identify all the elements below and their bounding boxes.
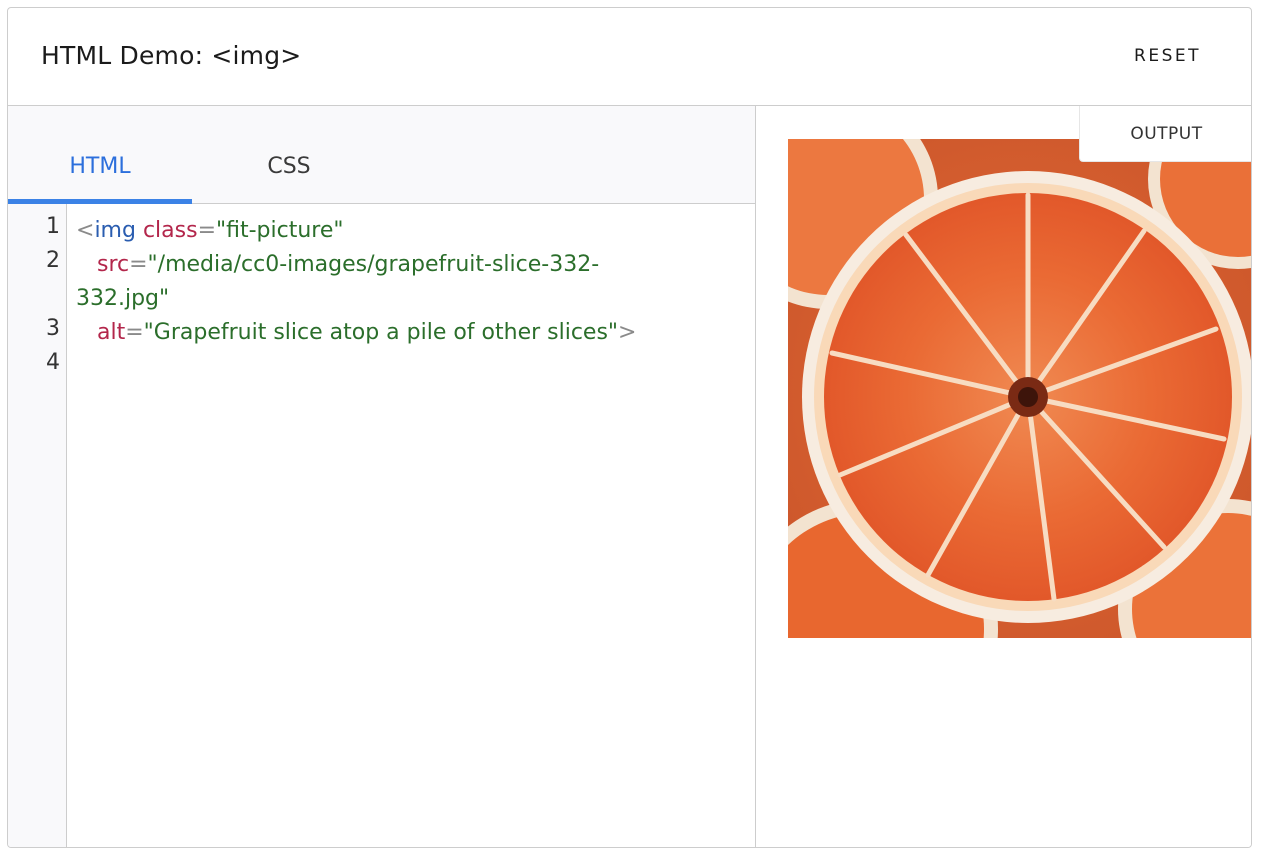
line-number: 2 bbox=[46, 248, 60, 273]
code-token-str: "fit-picture" bbox=[216, 218, 344, 243]
code-token-punct: < bbox=[76, 218, 95, 243]
code-token-attr: alt bbox=[96, 320, 126, 345]
grapefruit-illustration bbox=[788, 139, 1251, 638]
code-token-punct: > bbox=[618, 320, 637, 345]
output-label: OUTPUT bbox=[1079, 106, 1251, 162]
code-token-str: "/media/cc0-images/grapefruit-slice-332- bbox=[147, 252, 600, 277]
output-pane: OUTPUT bbox=[756, 106, 1251, 847]
code-token-str: 332.jpg" bbox=[76, 286, 170, 311]
code-token-punct: = bbox=[129, 252, 148, 277]
code-line: 332.jpg" bbox=[76, 282, 169, 316]
grapefruit-image bbox=[788, 139, 1251, 638]
code-line: <img class="fit-picture" bbox=[76, 214, 344, 248]
code-token-punct: = bbox=[125, 320, 144, 345]
line-number-gutter: 1 2 3 4 bbox=[8, 204, 67, 847]
line-number: 3 bbox=[46, 316, 60, 341]
code-token-attr: src bbox=[96, 252, 130, 277]
code-token-attr: class bbox=[142, 218, 198, 243]
line-number: 1 bbox=[46, 214, 60, 239]
editor-tabbar: HTML CSS bbox=[8, 106, 755, 204]
line-number: 4 bbox=[46, 350, 60, 375]
demo-frame: HTML Demo: <img> RESET HTML CSS 1 2 3 4 … bbox=[7, 7, 1252, 848]
code-token-tag: img bbox=[94, 218, 136, 243]
code-token-punct: = bbox=[197, 218, 217, 243]
code-line: src="/media/cc0-images/grapefruit-slice-… bbox=[76, 248, 599, 282]
editor-pane: HTML CSS 1 2 3 4 <img class="fit-picture… bbox=[8, 106, 756, 847]
code-token-str: "Grapefruit slice atop a pile of other s… bbox=[143, 320, 619, 345]
demo-header: HTML Demo: <img> RESET bbox=[8, 8, 1251, 106]
reset-button[interactable]: RESET bbox=[1134, 46, 1201, 66]
demo-title: HTML Demo: <img> bbox=[41, 41, 302, 70]
code-line: alt="Grapefruit slice atop a pile of oth… bbox=[76, 316, 637, 350]
tab-html[interactable]: HTML bbox=[8, 106, 192, 204]
tab-css[interactable]: CSS bbox=[197, 106, 381, 203]
